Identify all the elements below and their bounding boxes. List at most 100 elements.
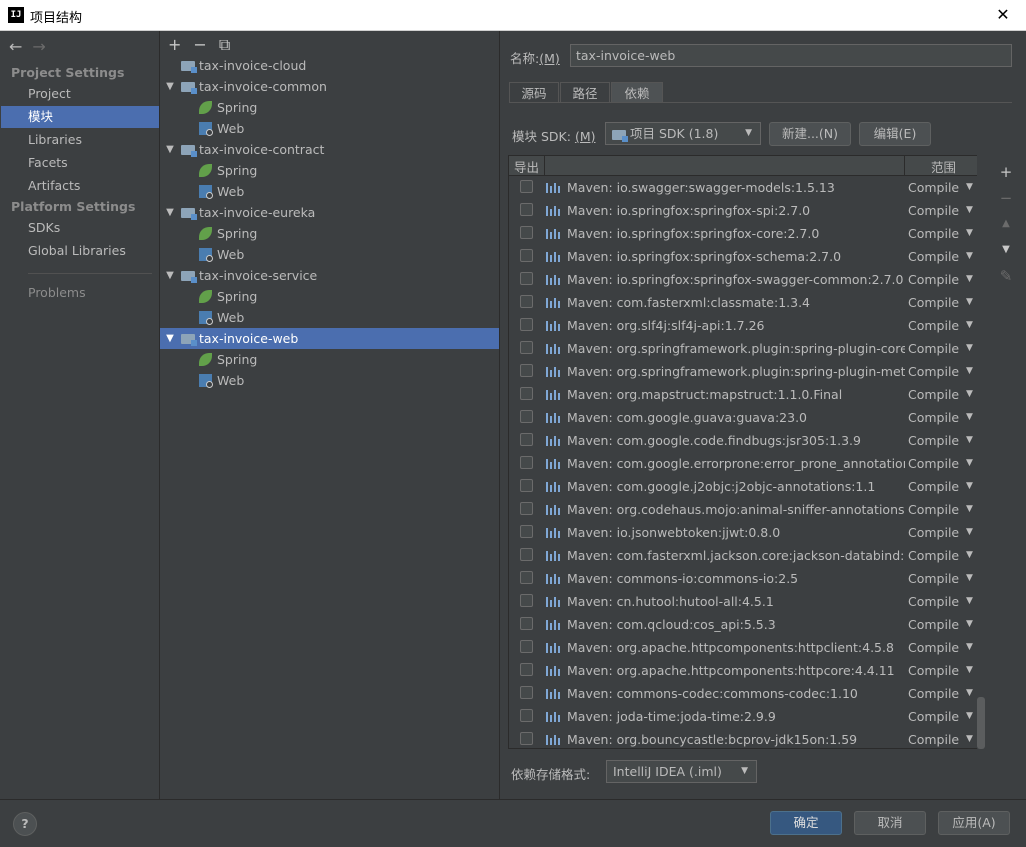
export-checkbox[interactable] — [520, 249, 533, 262]
nav-item-artifacts[interactable]: Artifacts — [1, 175, 159, 197]
tree-module-node[interactable]: ▼ tax-invoice-web — [160, 328, 499, 349]
scope-column-header[interactable]: 范围 — [931, 157, 956, 176]
move-up-icon[interactable]: ▲ — [996, 211, 1016, 237]
tree-facet-node[interactable]: Web — [160, 118, 499, 139]
tree-facet-node[interactable]: Spring — [160, 349, 499, 370]
export-checkbox[interactable] — [520, 295, 533, 308]
scope-dropdown[interactable]: Compile ▼ — [908, 429, 973, 452]
export-checkbox[interactable] — [520, 387, 533, 400]
export-checkbox[interactable] — [520, 479, 533, 492]
table-row[interactable]: Maven: joda-time:joda-time:2.9.9 Compile ▼ — [509, 705, 983, 728]
scope-dropdown[interactable]: Compile ▼ — [908, 314, 973, 337]
expand-toggle-icon[interactable]: ▼ — [164, 328, 176, 349]
tree-module-node[interactable]: tax-invoice-cloud — [160, 55, 499, 76]
table-row[interactable]: Maven: com.google.j2objc:j2objc-annotati… — [509, 475, 983, 498]
table-row[interactable]: Maven: io.springfox:springfox-spi:2.7.0 C… — [509, 199, 983, 222]
nav-item-facets[interactable]: Facets — [1, 152, 159, 174]
edit-dependency-icon[interactable]: ✎ — [996, 263, 1016, 289]
table-row[interactable]: Maven: org.apache.httpcomponents:httpcor… — [509, 659, 983, 682]
tree-facet-node[interactable]: Spring — [160, 223, 499, 244]
table-row[interactable]: Maven: org.apache.httpcomponents:httpcli… — [509, 636, 983, 659]
export-checkbox[interactable] — [520, 571, 533, 584]
scope-dropdown[interactable]: Compile ▼ — [908, 452, 973, 475]
nav-item-libraries[interactable]: Libraries — [1, 129, 159, 151]
scope-dropdown[interactable]: Compile ▼ — [908, 337, 973, 360]
remove-icon[interactable]: − — [193, 35, 206, 54]
scope-dropdown[interactable]: Compile ▼ — [908, 682, 973, 705]
tree-facet-node[interactable]: Web — [160, 370, 499, 391]
add-icon[interactable]: + — [168, 35, 181, 54]
edit-sdk-button[interactable]: 编辑(E) — [859, 122, 931, 146]
scope-dropdown[interactable]: Compile ▼ — [908, 360, 973, 383]
table-row[interactable]: Maven: org.springframework.plugin:spring… — [509, 360, 983, 383]
module-name-input[interactable]: tax-invoice-web — [570, 44, 1012, 67]
remove-dependency-icon[interactable]: − — [996, 185, 1016, 211]
table-row[interactable]: Maven: io.swagger:swagger-models:1.5.13 C… — [509, 176, 983, 199]
nav-item-problems[interactable]: Problems — [1, 282, 159, 304]
scope-dropdown[interactable]: Compile ▼ — [908, 567, 973, 590]
table-row[interactable]: Maven: org.bouncycastle:bcprov-jdk15on:1… — [509, 728, 983, 748]
scope-dropdown[interactable]: Compile ▼ — [908, 636, 973, 659]
help-icon[interactable]: ? — [13, 812, 37, 836]
scope-dropdown[interactable]: Compile ▼ — [908, 176, 973, 199]
copy-icon[interactable]: ⧉ — [219, 35, 230, 54]
scope-dropdown[interactable]: Compile ▼ — [908, 222, 973, 245]
scope-dropdown[interactable]: Compile ▼ — [908, 613, 973, 636]
scope-dropdown[interactable]: Compile ▼ — [908, 659, 973, 682]
scope-dropdown[interactable]: Compile ▼ — [908, 498, 973, 521]
export-checkbox[interactable] — [520, 502, 533, 515]
scope-dropdown[interactable]: Compile ▼ — [908, 705, 973, 728]
storage-format-dropdown[interactable]: IntelliJ IDEA (.iml) ▼ — [606, 760, 757, 783]
table-row[interactable]: Maven: org.mapstruct:mapstruct:1.1.0.Fin… — [509, 383, 983, 406]
export-checkbox[interactable] — [520, 203, 533, 216]
export-checkbox[interactable] — [520, 226, 533, 239]
export-checkbox[interactable] — [520, 410, 533, 423]
tree-module-node[interactable]: ▼ tax-invoice-contract — [160, 139, 499, 160]
scope-dropdown[interactable]: Compile ▼ — [908, 245, 973, 268]
export-checkbox[interactable] — [520, 686, 533, 699]
export-checkbox[interactable] — [520, 594, 533, 607]
tree-facet-node[interactable]: Web — [160, 181, 499, 202]
nav-item-modules[interactable]: 模块 — [1, 106, 159, 128]
table-row[interactable]: Maven: io.springfox:springfox-schema:2.7… — [509, 245, 983, 268]
table-row[interactable]: Maven: org.springframework.plugin:spring… — [509, 337, 983, 360]
scope-dropdown[interactable]: Compile ▼ — [908, 383, 973, 406]
export-checkbox[interactable] — [520, 341, 533, 354]
table-row[interactable]: Maven: cn.hutool:hutool-all:4.5.1 Compile… — [509, 590, 983, 613]
table-row[interactable]: Maven: org.codehaus.mojo:animal-sniffer-… — [509, 498, 983, 521]
module-sdk-dropdown[interactable]: 项目 SDK (1.8) ▼ — [605, 122, 761, 145]
tree-module-node[interactable]: ▼ tax-invoice-service — [160, 265, 499, 286]
close-icon[interactable]: ✕ — [980, 0, 1026, 30]
expand-toggle-icon[interactable]: ▼ — [164, 139, 176, 160]
forward-arrow-icon[interactable]: → — [32, 37, 45, 56]
table-scrollbar[interactable] — [977, 155, 985, 749]
nav-item-sdks[interactable]: SDKs — [1, 217, 159, 239]
scope-dropdown[interactable]: Compile ▼ — [908, 544, 973, 567]
nav-item-global-libraries[interactable]: Global Libraries — [1, 240, 159, 262]
tree-facet-node[interactable]: Spring — [160, 286, 499, 307]
table-row[interactable]: Maven: io.jsonwebtoken:jjwt:0.8.0 Compile… — [509, 521, 983, 544]
export-checkbox[interactable] — [520, 732, 533, 745]
tree-facet-node[interactable]: Spring — [160, 160, 499, 181]
export-checkbox[interactable] — [520, 640, 533, 653]
cancel-button[interactable]: 取消 — [854, 811, 926, 835]
table-row[interactable]: Maven: commons-io:commons-io:2.5 Compile ▼ — [509, 567, 983, 590]
table-row[interactable]: Maven: com.qcloud:cos_api:5.5.3 Compile ▼ — [509, 613, 983, 636]
export-checkbox[interactable] — [520, 525, 533, 538]
tree-module-node[interactable]: ▼ tax-invoice-eureka — [160, 202, 499, 223]
export-checkbox[interactable] — [520, 456, 533, 469]
scope-dropdown[interactable]: Compile ▼ — [908, 521, 973, 544]
export-checkbox[interactable] — [520, 617, 533, 630]
apply-button[interactable]: 应用(A) — [938, 811, 1010, 835]
table-row[interactable]: Maven: com.google.guava:guava:23.0 Compil… — [509, 406, 983, 429]
scope-dropdown[interactable]: Compile ▼ — [908, 406, 973, 429]
expand-toggle-icon[interactable]: ▼ — [164, 76, 176, 97]
scope-dropdown[interactable]: Compile ▼ — [908, 590, 973, 613]
tab-sources[interactable]: 源码 — [509, 82, 559, 103]
export-checkbox[interactable] — [520, 272, 533, 285]
tab-dependencies[interactable]: 依赖 — [611, 82, 663, 103]
tree-facet-node[interactable]: Web — [160, 307, 499, 328]
export-checkbox[interactable] — [520, 709, 533, 722]
expand-toggle-icon[interactable]: ▼ — [164, 265, 176, 286]
move-down-icon[interactable]: ▼ — [996, 237, 1016, 263]
